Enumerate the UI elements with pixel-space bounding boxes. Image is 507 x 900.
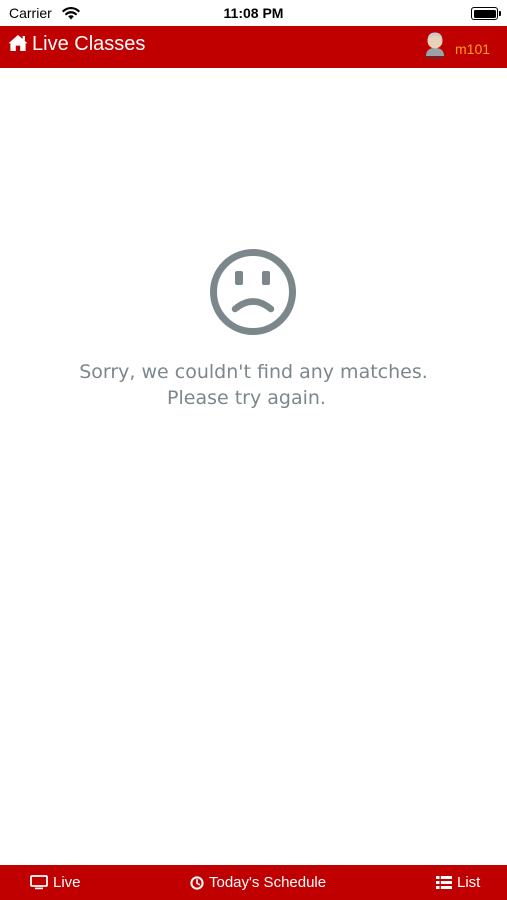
tab-live[interactable]: Live [30, 865, 81, 900]
app-header: Live Classes m101 [0, 26, 507, 68]
tab-list[interactable]: List [436, 865, 480, 900]
username-label[interactable]: m101 [455, 40, 490, 58]
empty-message-line1: Sorry, we couldn't find any matches. [79, 361, 428, 383]
page-title: Live Classes [32, 33, 146, 55]
tab-list-label: List [457, 874, 481, 891]
avatar-icon[interactable] [423, 30, 447, 60]
home-icon[interactable] [8, 34, 28, 52]
empty-message-line2: Please try again. [167, 387, 326, 409]
empty-state-message: Sorry, we couldn't find any matches. Ple… [0, 359, 507, 411]
tab-schedule-label: Today's Schedule [209, 874, 327, 891]
battery-icon [471, 7, 501, 20]
clock-time: 11:08 PM [223, 5, 284, 21]
monitor-icon [30, 875, 48, 890]
status-bar: Carrier 11:08 PM [0, 0, 507, 26]
tab-todays-schedule[interactable]: Today's Schedule [190, 865, 326, 900]
clock-icon [190, 875, 204, 890]
tab-live-label: Live [53, 874, 81, 891]
sad-face-icon [210, 249, 296, 335]
screen: Carrier 11:08 PM Live Classes m101 Sorry… [0, 0, 507, 900]
bottom-tab-bar: Live Today's Schedule List [0, 865, 507, 900]
list-icon [436, 876, 452, 889]
